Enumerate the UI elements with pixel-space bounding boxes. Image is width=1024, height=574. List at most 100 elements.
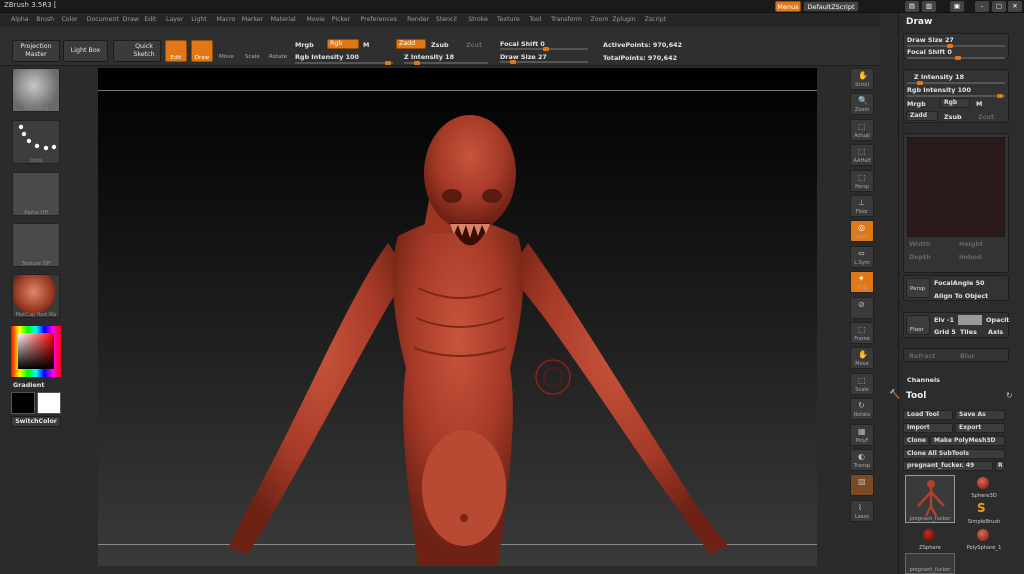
- zadd-toggle-panel[interactable]: Zadd: [906, 111, 938, 121]
- menu-item-layer[interactable]: Layer: [166, 16, 183, 23]
- draw-palette-title[interactable]: Draw: [906, 17, 932, 27]
- secondary-color-swatch[interactable]: [37, 392, 61, 414]
- align-label[interactable]: Align To Object: [934, 292, 988, 300]
- menu-item-macro[interactable]: Macro: [217, 16, 236, 23]
- menu-item-zplugin[interactable]: Zplugin: [612, 16, 635, 23]
- menu-item-render[interactable]: Render: [407, 16, 429, 23]
- projection-master-button[interactable]: Projection Master: [12, 40, 60, 62]
- tool-xyz[interactable]: ✦ XYZ: [850, 271, 874, 294]
- menu-item-edit[interactable]: Edit: [144, 16, 156, 23]
- imbed-label[interactable]: Imbed: [959, 253, 982, 261]
- z-intensity-slider[interactable]: [404, 61, 488, 65]
- maximize-icon[interactable]: ▢: [992, 1, 1006, 12]
- menu-item-draw[interactable]: Draw: [123, 16, 139, 23]
- menu-item-transform[interactable]: Transform: [551, 16, 582, 23]
- edit-button[interactable]: Edit: [165, 40, 187, 62]
- r-button[interactable]: R: [995, 461, 1005, 471]
- focal-shift-label[interactable]: Focal Shift 0: [500, 40, 545, 48]
- quicksketch-button[interactable]: Quick Sketch: [113, 40, 161, 62]
- draw-button[interactable]: Draw: [191, 40, 213, 62]
- grid-label[interactable]: Grid 5: [934, 328, 956, 336]
- menu-item-zoom[interactable]: Zoom: [591, 16, 609, 23]
- draw-preview[interactable]: [907, 137, 1005, 237]
- menu-item-alpha[interactable]: Alpha: [11, 16, 29, 23]
- minimize-icon[interactable]: –: [975, 1, 989, 12]
- zadd-toggle[interactable]: Zadd: [396, 39, 426, 49]
- alpha-thumbnail[interactable]: Alpha Off: [12, 172, 60, 216]
- tool-persp[interactable]: ⬚ Persp: [850, 169, 874, 192]
- elv-label[interactable]: Elv -1: [934, 316, 954, 324]
- menu-item-color[interactable]: Color: [62, 16, 78, 23]
- refract-label[interactable]: Refract: [909, 352, 935, 360]
- tool-palette-title[interactable]: Tool: [906, 391, 926, 401]
- clone-all-subtools-button[interactable]: Clone All SubTools: [903, 449, 1005, 459]
- import-button[interactable]: Import: [903, 423, 953, 433]
- depth-label[interactable]: Depth: [909, 253, 931, 261]
- tool-aahalf[interactable]: ⬚ AAHalf: [850, 144, 874, 167]
- tool-lasso[interactable]: ⌇ Lasso: [850, 499, 874, 522]
- focal-shift-slider[interactable]: [500, 47, 588, 51]
- tool-move[interactable]: ✋ Move: [850, 347, 874, 370]
- texture-thumbnail[interactable]: Texture Off: [12, 223, 60, 267]
- tool-transp[interactable]: ◐ Transp: [850, 449, 874, 471]
- draw-size-label[interactable]: Draw Size 27: [500, 53, 547, 61]
- layout-icon[interactable]: ▥: [922, 1, 936, 12]
- brush-thumbnail[interactable]: Standard: [12, 68, 60, 112]
- sculpt-model[interactable]: [98, 68, 817, 566]
- tool-scroll[interactable]: ✋ Scroll: [850, 68, 874, 90]
- draw-size-label-panel[interactable]: Draw Size 27: [907, 36, 954, 44]
- menu-item-texture[interactable]: Texture: [497, 16, 520, 23]
- floor-color-swatch[interactable]: [958, 315, 982, 325]
- tool-thumb-3[interactable]: ZSphere: [905, 527, 955, 551]
- tool-floor[interactable]: ⊥ Floor: [850, 195, 874, 217]
- tool-blank-16[interactable]: ▨: [850, 474, 874, 497]
- rgb-toggle-panel[interactable]: Rgb: [940, 98, 970, 108]
- width-label[interactable]: Width: [909, 240, 930, 248]
- tool-lsym[interactable]: ⇔ L.Sym: [850, 245, 874, 268]
- menu-item-tool[interactable]: Tool: [529, 16, 541, 23]
- z-intensity-slider-panel[interactable]: [907, 81, 1005, 85]
- height-label[interactable]: Height: [959, 240, 983, 248]
- color-picker[interactable]: [11, 326, 61, 377]
- menu-item-stencil[interactable]: Stencil: [436, 16, 457, 23]
- tool-scale[interactable]: ⬚ Scale: [850, 372, 874, 395]
- zcut-toggle-panel[interactable]: Zcut: [978, 113, 994, 121]
- material-thumbnail[interactable]: MatCap Red Wa: [12, 274, 60, 318]
- menus-button[interactable]: Menus: [775, 1, 801, 12]
- lightbox-button[interactable]: Light Box: [63, 40, 108, 62]
- refresh-icon[interactable]: ↻: [1006, 391, 1013, 400]
- tool-thumb-0[interactable]: pregnant_fucker: [905, 475, 955, 523]
- clone-button[interactable]: Clone: [903, 436, 929, 446]
- tool-thumb-2[interactable]: S SimpleBrush: [959, 501, 1009, 525]
- tool-blank-9[interactable]: ⊘: [850, 296, 874, 319]
- gradient-label[interactable]: Gradient: [13, 381, 44, 389]
- color-square[interactable]: [18, 333, 54, 369]
- rgb-toggle[interactable]: Rgb: [327, 39, 359, 49]
- window-icon[interactable]: ▤: [905, 1, 919, 12]
- focal-angle-label[interactable]: FocalAngle 50: [934, 279, 985, 287]
- zsub-toggle[interactable]: Zsub: [431, 41, 449, 49]
- save-as-button[interactable]: Save As: [955, 410, 1005, 420]
- rotate-button[interactable]: Rotate: [269, 54, 287, 60]
- tool-thumb-5[interactable]: pregnant_fucker: [905, 553, 955, 574]
- rgb-intensity-slider[interactable]: [295, 61, 393, 65]
- channels-label[interactable]: Channels: [907, 376, 940, 384]
- menu-item-picker[interactable]: Picker: [332, 16, 350, 23]
- menu-item-preferences[interactable]: Preferences: [361, 16, 397, 23]
- tiles-label[interactable]: Tiles: [960, 328, 977, 336]
- axis-label[interactable]: Axis: [988, 328, 1003, 336]
- rgb-intensity-label[interactable]: Rgb Intensity 100: [295, 53, 359, 61]
- persp-button[interactable]: Persp: [906, 278, 930, 298]
- focal-shift-slider-panel[interactable]: [907, 56, 1005, 60]
- rgb-intensity-slider-panel[interactable]: [907, 94, 1005, 98]
- opacity-label[interactable]: Opacit: [986, 316, 1009, 324]
- m-toggle-panel[interactable]: M: [976, 100, 982, 108]
- zcut-toggle[interactable]: Zcut: [466, 41, 482, 49]
- draw-size-slider[interactable]: [500, 60, 588, 64]
- menu-item-light[interactable]: Light: [191, 16, 206, 23]
- close-icon[interactable]: ✕: [1008, 1, 1022, 12]
- lock-icon[interactable]: ▣: [950, 1, 964, 12]
- m-toggle[interactable]: M: [363, 41, 369, 49]
- tool-thumb-4[interactable]: PolySphere_1: [959, 527, 1009, 551]
- focal-shift-label-panel[interactable]: Focal Shift 0: [907, 48, 952, 56]
